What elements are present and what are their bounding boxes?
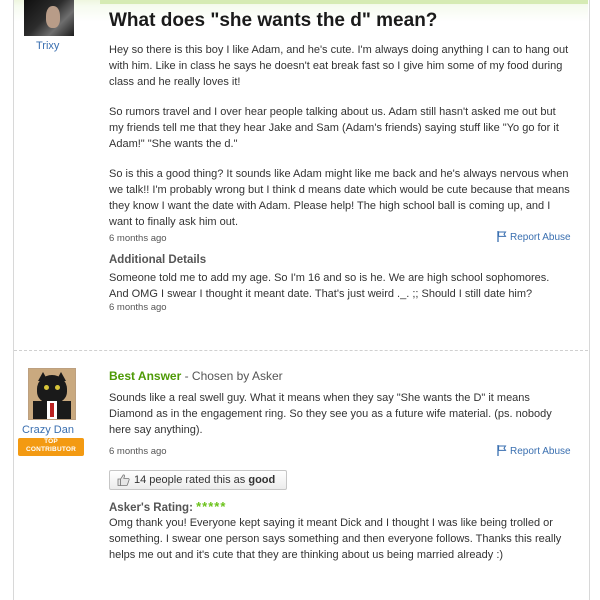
flag-icon [497, 231, 507, 245]
answer-body: Sounds like a real swell guy. What it me… [109, 392, 552, 436]
question-report-abuse-link[interactable]: Report Abuse [497, 231, 571, 245]
additional-details-timestamp: 6 months ago [109, 302, 167, 313]
avatar-face [46, 6, 60, 28]
report-abuse-label: Report Abuse [510, 232, 571, 243]
asker-comment: Omg thank you! Everyone kept saying it m… [109, 517, 562, 561]
cat-eye [55, 385, 60, 390]
question-body: Hey so there is this boy I like Adam, an… [109, 42, 571, 244]
badge-line-contributor: CONTRIBUTOR [25, 446, 77, 453]
section-divider [14, 350, 588, 351]
answerer-username[interactable]: Crazy Dan [22, 424, 74, 436]
rating-stars: ***** [196, 499, 227, 514]
header-strip [100, 0, 588, 4]
badge-line-top: TOP [44, 438, 58, 445]
asker-avatar[interactable] [24, 0, 74, 36]
question-paragraph: So is this a good thing? It sounds like … [109, 168, 570, 228]
thumbs-up-icon [117, 474, 130, 492]
rating-word: good [248, 474, 276, 486]
asker-username[interactable]: Trixy [36, 40, 59, 52]
question-title: What does "she wants the d" mean? [109, 10, 438, 31]
best-answer-header: Best Answer - Chosen by Asker [109, 369, 283, 383]
question-paragraph: Hey so there is this boy I like Adam, an… [109, 44, 569, 88]
top-contributor-badge[interactable]: TOP CONTRIBUTOR [18, 438, 84, 456]
report-abuse-label: Report Abuse [510, 446, 571, 457]
best-answer-label: Best Answer [109, 369, 182, 383]
additional-details-text: Someone told me to add my age. So I'm 16… [109, 272, 550, 300]
question-paragraph: So rumors travel and I over hear people … [109, 106, 559, 150]
rate-good-button[interactable]: 14 people rated this as good [109, 470, 287, 490]
cat-tie [50, 403, 54, 417]
asker-rating: Asker's Rating: ***** [109, 499, 226, 514]
additional-details-body: Someone told me to add my age. So I'm 16… [109, 270, 571, 314]
answer-report-abuse-link[interactable]: Report Abuse [497, 445, 571, 459]
question-timestamp: 6 months ago [109, 233, 167, 244]
additional-details-heading: Additional Details [109, 254, 207, 266]
chosen-by-label: - Chosen by Asker [181, 369, 283, 383]
cat-eye [44, 385, 49, 390]
answer-timestamp: 6 months ago [109, 446, 167, 457]
answerer-avatar[interactable] [28, 368, 76, 420]
cat-head [37, 375, 67, 403]
asker-rating-label: Asker's Rating: [109, 502, 197, 514]
flag-icon [497, 445, 507, 459]
rating-text: 14 people rated this as [134, 474, 249, 486]
